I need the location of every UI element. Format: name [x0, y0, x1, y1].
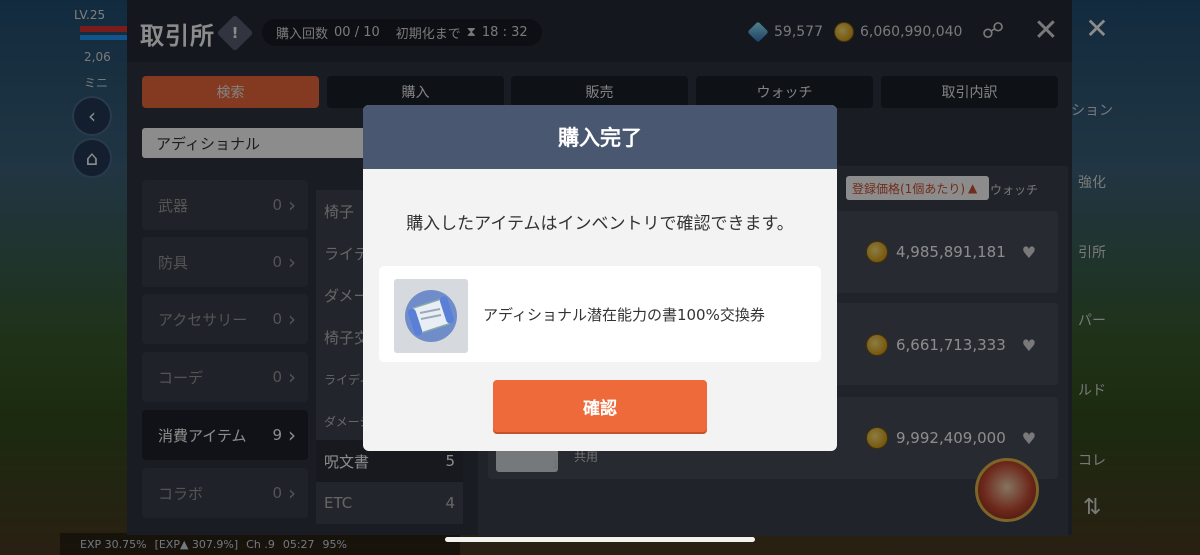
dialog-message: 購入したアイテムはインベントリで確認できます。 — [406, 214, 794, 234]
purchased-item-card: アディショナル潜在能力の書100%交換券 — [379, 266, 821, 362]
item-name: アディショナル潜在能力の書100%交換券 — [483, 306, 765, 324]
dialog-title: 購入完了 — [363, 105, 837, 169]
confirm-button[interactable]: 確認 — [493, 380, 707, 432]
home-indicator — [445, 537, 755, 542]
scroll-icon — [405, 290, 457, 342]
item-thumbnail — [394, 279, 468, 353]
purchase-complete-dialog: 購入完了 購入したアイテムはインベントリで確認できます。 アディショナル潜在能力… — [363, 105, 837, 451]
